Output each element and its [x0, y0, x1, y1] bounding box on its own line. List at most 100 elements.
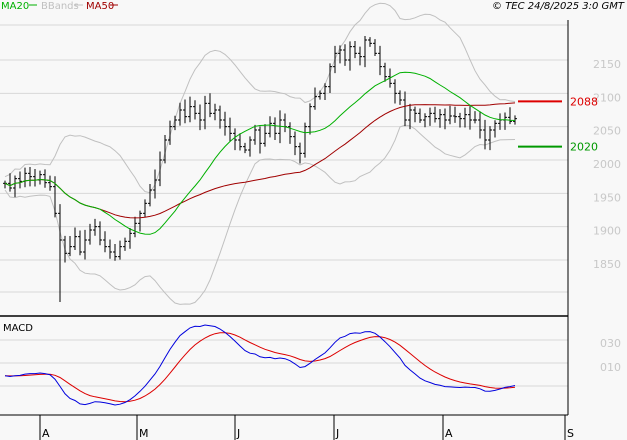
price-bar: [403, 91, 407, 127]
price-bar: [183, 99, 187, 124]
price-bar: [63, 235, 67, 263]
price-bar: [488, 126, 492, 151]
price-marker-label: 2088: [570, 95, 598, 108]
x-tick-label: J: [236, 427, 240, 440]
price-tick-label: 2000: [593, 158, 621, 171]
price-bar: [478, 111, 482, 139]
price-bar: [123, 237, 127, 251]
price-bar: [393, 79, 397, 104]
price-bar: [383, 62, 387, 82]
price-bar: [203, 95, 207, 130]
x-tick-label: A: [42, 427, 50, 440]
price-bar: [108, 239, 112, 259]
price-bar: [3, 180, 7, 189]
price-bar: [178, 102, 182, 126]
price-bar: [318, 90, 322, 100]
bollinger-bands: [4, 2, 516, 305]
legend: MA20 BBands MA50 © TEC 24/8/2025 3:0 GMT: [1, 1, 625, 12]
x-tick-label: J: [335, 427, 339, 440]
price-bar: [273, 117, 277, 140]
price-bar: [473, 111, 477, 124]
price-bar: [453, 106, 457, 123]
price-bar: [213, 103, 217, 121]
price-bar: [238, 133, 242, 151]
price-bar: [223, 111, 227, 136]
price-bar: [18, 171, 22, 189]
price-bar: [138, 210, 142, 232]
price-bar: [73, 227, 77, 251]
macd-lines: [4, 324, 516, 406]
price-bar: [423, 113, 427, 128]
price-bar: [303, 122, 307, 158]
copyright: © TEC 24/8/2025 3:0 GMT: [492, 1, 625, 12]
price-bar: [23, 167, 27, 188]
price-tick-label: 1900: [593, 225, 621, 238]
price-bar: [413, 106, 417, 123]
price-bar: [348, 41, 352, 71]
price-bar: [98, 221, 102, 246]
price-bar: [458, 112, 462, 128]
price-bar: [443, 108, 447, 130]
price-bar: [308, 103, 312, 135]
price-bar: [228, 117, 232, 143]
price-bar: [13, 175, 17, 198]
price-bar: [28, 167, 32, 187]
price-bar: [193, 100, 197, 120]
price-bar: [438, 109, 442, 128]
price-bar: [258, 126, 262, 154]
price-bar: [68, 236, 72, 257]
price-bar: [358, 46, 362, 66]
price-bar: [343, 44, 347, 66]
price-bar: [248, 136, 252, 157]
price-bar: [368, 37, 372, 47]
macd-signal-line: [4, 332, 516, 403]
price-bar: [463, 107, 467, 128]
price-bar: [38, 170, 42, 185]
macd-tick-label: 030: [600, 337, 621, 350]
price-bar: [143, 199, 147, 218]
price-bar: [33, 168, 37, 187]
bband-upper: [4, 2, 516, 194]
x-tick-label: A: [445, 427, 453, 440]
price-bar: [398, 90, 402, 105]
price-bar: [218, 105, 222, 129]
price-bar: [283, 113, 287, 133]
legend-bbands: BBands: [41, 1, 79, 12]
price-bar: [263, 124, 267, 147]
macd-tick-label: 010: [600, 361, 621, 374]
price-bar: [48, 175, 52, 191]
price-tick-label: 2050: [593, 125, 621, 138]
price-bar: [93, 218, 97, 236]
price-bar: [158, 151, 162, 187]
price-bar: [208, 93, 212, 118]
price-bar: [113, 244, 117, 261]
price-bar: [153, 169, 157, 199]
price-bar: [243, 142, 247, 154]
price-bar: [508, 107, 512, 125]
price-tick-label: 1950: [593, 191, 621, 204]
price-tick-label: 1850: [593, 258, 621, 271]
price-bar: [448, 105, 452, 125]
macd-title: MACD: [3, 323, 33, 334]
price-bar: [433, 106, 437, 123]
price-bar: [188, 96, 192, 123]
price-bars: [3, 35, 517, 302]
legend-ma20: MA20: [1, 1, 29, 12]
x-tick-label: S: [567, 427, 574, 440]
price-bar: [428, 107, 432, 126]
price-bar: [353, 41, 357, 59]
price-bar: [493, 120, 497, 138]
price-bar: [83, 229, 87, 260]
price-bar: [233, 128, 237, 151]
price-bar: [148, 183, 152, 207]
price-tick-label: 2150: [593, 58, 621, 71]
price-bar: [43, 169, 47, 188]
price-bar: [468, 106, 472, 130]
price-bar: [78, 230, 82, 256]
price-bar: [363, 35, 367, 68]
price-bar: [418, 108, 422, 123]
legend-ma50: MA50: [86, 1, 114, 12]
price-bar: [288, 122, 292, 144]
price-bar: [253, 124, 257, 145]
price-bar: [503, 112, 507, 130]
